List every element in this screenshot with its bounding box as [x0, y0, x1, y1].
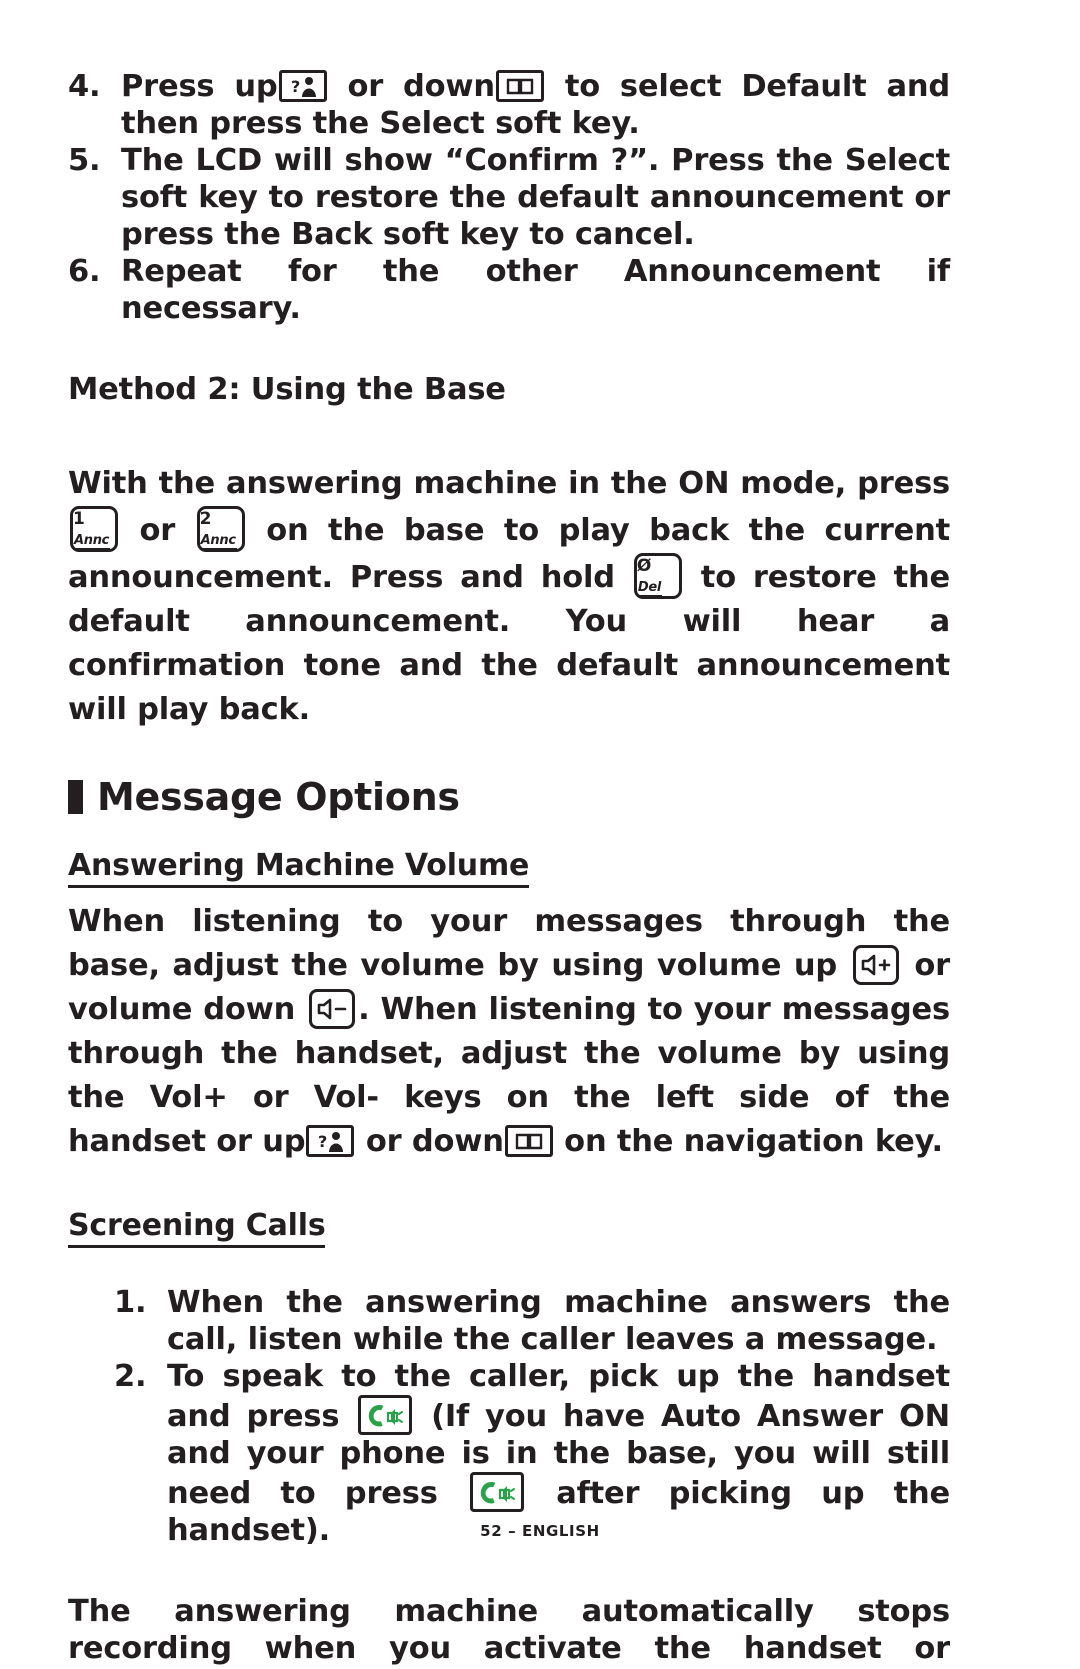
subheading-screening-calls: Screening Calls: [68, 1208, 326, 1248]
svg-text:?: ?: [318, 1132, 327, 1151]
section-heading-message-options: Message Options: [68, 776, 950, 818]
annc-2-key-icon: 2 Annc: [196, 506, 245, 552]
list-item: 2. To speak to the caller, pick up the ha…: [114, 1358, 950, 1549]
annc-2-key-glyph: 2: [199, 509, 212, 529]
nav-up-callerid-key-icon: ?: [306, 1125, 355, 1157]
list-item: 4. Press up? or down to select Default an…: [68, 68, 950, 142]
nav-down-phonebook-key-icon: [504, 1125, 553, 1157]
list-number: 6.: [68, 254, 101, 289]
list-item: 6. Repeat for the other Announcement if n…: [68, 253, 950, 327]
list-number: 2.: [114, 1359, 147, 1394]
method-2-paragraph: With the answering machine in the ON mod…: [68, 466, 951, 727]
step-text: The LCD will show “Confirm ?”. Press the…: [121, 143, 950, 252]
subheading-answering-machine-volume: Answering Machine Volume: [68, 848, 529, 888]
steps-list-top: 4. Press up? or down to select Default an…: [68, 68, 950, 327]
screening-steps-list: 1. When the answering machine answers the…: [114, 1284, 950, 1549]
nav-up-callerid-key-icon: ?: [278, 70, 327, 102]
list-number: 5.: [68, 143, 101, 178]
list-number: 4.: [68, 69, 101, 104]
page-content: 4. Press up? or down to select Default an…: [68, 68, 950, 1669]
talk-key-icon: [358, 1395, 413, 1435]
volume-paragraph: When listening to your messages through …: [68, 904, 951, 1159]
method-2-heading: Method 2: Using the Base: [68, 372, 506, 407]
list-item: 5. The LCD will show “Confirm ?”. Press t…: [68, 142, 950, 253]
talk-key-icon: [469, 1472, 524, 1512]
list-item: 1. When the answering machine answers the…: [114, 1284, 950, 1358]
section-bullet-bar: [68, 780, 83, 814]
volume-up-key-icon: [852, 945, 899, 985]
list-number: 1.: [114, 1285, 147, 1320]
volume-down-key-icon: [309, 989, 356, 1029]
section-heading-text: Message Options: [97, 775, 460, 819]
annc-1-key-glyph: 1: [73, 509, 85, 529]
subheading-answering-machine-volume-wrap: Answering Machine Volume: [68, 848, 950, 888]
step-text: When the answering machine answers the c…: [167, 1285, 950, 1357]
step-text: Press up? or down to select Default and …: [121, 69, 950, 141]
svg-text:?: ?: [291, 77, 300, 96]
page-footer: 52 – ENGLISH: [480, 1522, 600, 1540]
annc-2-key-caption: Annc: [199, 533, 237, 550]
nav-down-phonebook-key-icon: [495, 70, 544, 102]
delete-key-caption: Del: [636, 580, 663, 597]
annc-1-key-caption: Annc: [73, 533, 111, 550]
delete-key-icon: Ø Del: [633, 553, 682, 599]
document-page: 4. Press up? or down to select Default an…: [0, 0, 1080, 1669]
delete-key-glyph: Ø: [636, 556, 652, 576]
step-text: To speak to the caller, pick up the hand…: [167, 1359, 950, 1548]
step-text: Repeat for the other Announcement if nec…: [121, 254, 950, 326]
closing-paragraph: The answering machine automatically stop…: [68, 1594, 950, 1669]
annc-1-key-icon: 1 Annc: [70, 506, 118, 552]
subheading-screening-calls-wrap: Screening Calls: [68, 1208, 950, 1248]
